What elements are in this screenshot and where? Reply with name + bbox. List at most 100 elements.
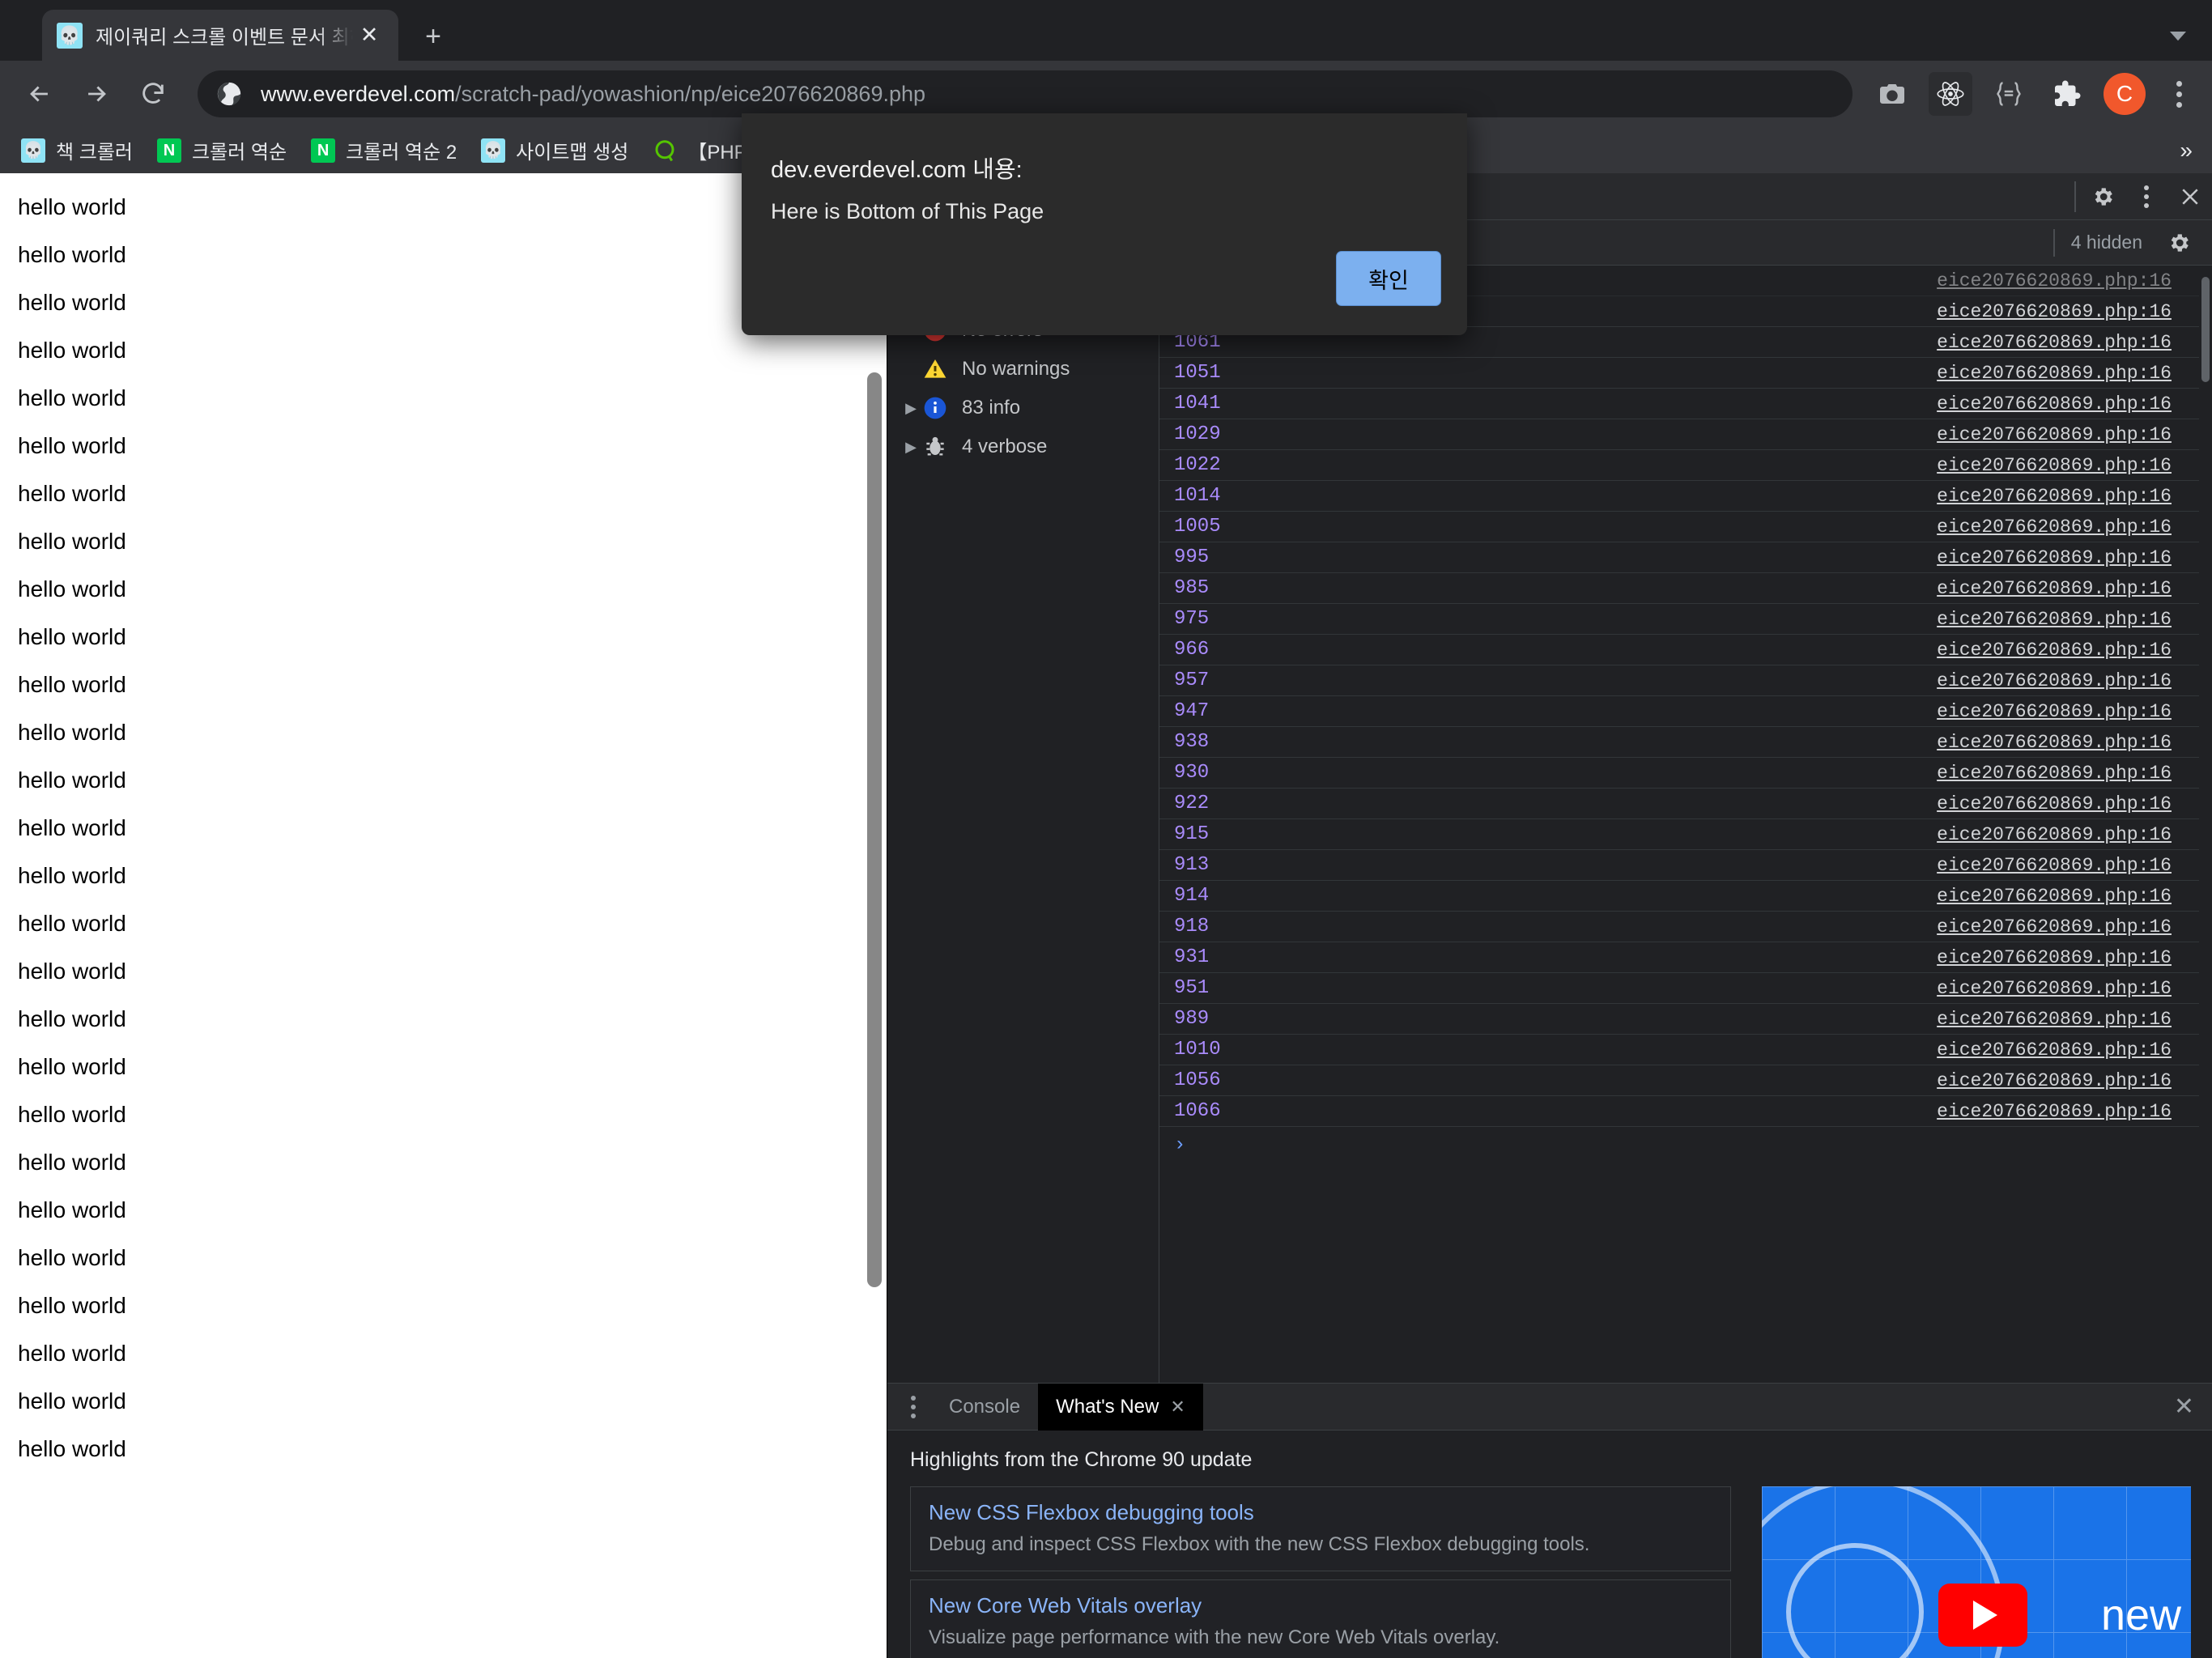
console-message-source-link[interactable]: eice2076620869.php:16 <box>1937 547 2212 568</box>
console-message-row[interactable]: 1005 eice2076620869.php:16 <box>1159 512 2212 542</box>
console-message-row[interactable]: 957 eice2076620869.php:16 <box>1159 665 2212 696</box>
devtools-close-icon[interactable] <box>2168 175 2212 219</box>
console-message-row[interactable]: 930 eice2076620869.php:16 <box>1159 758 2212 789</box>
console-message-row[interactable]: 938 eice2076620869.php:16 <box>1159 727 2212 758</box>
console-settings-gear-icon[interactable] <box>2157 221 2201 265</box>
console-message-row[interactable]: 947 eice2076620869.php:16 <box>1159 696 2212 727</box>
console-message-row[interactable]: 1029 eice2076620869.php:16 <box>1159 419 2212 450</box>
console-message-source-link[interactable]: eice2076620869.php:16 <box>1937 332 2212 353</box>
console-message-row[interactable]: 922 eice2076620869.php:16 <box>1159 789 2212 819</box>
console-message-row[interactable]: 1056 eice2076620869.php:16 <box>1159 1065 2212 1096</box>
sidebar-item-verbose[interactable]: ▶ 4 verbose <box>887 427 1159 466</box>
whats-new-item-title[interactable]: New CSS Flexbox debugging tools <box>929 1500 1712 1525</box>
sidebar-item-warnings[interactable]: No warnings <box>887 350 1159 389</box>
devtools-more-icon[interactable] <box>2125 175 2168 219</box>
console-message-source-link[interactable]: eice2076620869.php:16 <box>1937 424 2212 445</box>
console-message-row[interactable]: 975 eice2076620869.php:16 <box>1159 604 2212 635</box>
window-control-icon[interactable] <box>2159 16 2197 55</box>
expand-triangle-icon[interactable]: ▶ <box>900 439 921 456</box>
console-message-row[interactable]: 914 eice2076620869.php:16 <box>1159 881 2212 912</box>
profile-avatar[interactable]: C <box>2104 73 2146 115</box>
back-arrow-icon[interactable] <box>18 72 62 116</box>
page-scrollbar-track[interactable] <box>862 173 887 1658</box>
sidebar-item-info[interactable]: ▶ 83 info <box>887 389 1159 427</box>
drawer-more-icon[interactable] <box>895 1395 931 1418</box>
console-message-row[interactable]: 1051 eice2076620869.php:16 <box>1159 358 2212 389</box>
json-formatter-icon[interactable] <box>1987 72 2031 116</box>
console-message-source-link[interactable]: eice2076620869.php:16 <box>1937 701 2212 722</box>
console-message-source-link[interactable]: eice2076620869.php:16 <box>1937 1039 2212 1061</box>
camera-icon[interactable] <box>1870 72 1914 116</box>
console-message-source-link[interactable]: eice2076620869.php:16 <box>1937 1070 2212 1091</box>
page-scrollbar-thumb[interactable] <box>867 372 882 1287</box>
console-message-list[interactable]: 1068eice2076620869.php:161065eice2076620… <box>1159 266 2212 1383</box>
console-message-source-link[interactable]: eice2076620869.php:16 <box>1937 578 2212 599</box>
whats-new-item-title[interactable]: New Core Web Vitals overlay <box>929 1593 1712 1618</box>
react-devtools-icon[interactable] <box>1929 72 1972 116</box>
drawer-close-icon[interactable]: ✕ <box>2174 1392 2194 1421</box>
console-message-row[interactable]: 1014 eice2076620869.php:16 <box>1159 481 2212 512</box>
console-message-source-link[interactable]: eice2076620869.php:16 <box>1937 393 2212 414</box>
drawer-tab-console[interactable]: Console <box>931 1384 1038 1431</box>
new-tab-button[interactable]: + <box>415 18 452 55</box>
tab-close-icon[interactable]: ✕ <box>355 21 384 50</box>
console-message-row[interactable]: 1066 eice2076620869.php:16 <box>1159 1096 2212 1127</box>
console-message-source-link[interactable]: eice2076620869.php:16 <box>1937 486 2212 507</box>
whats-new-video-thumbnail[interactable]: new 90 <box>1762 1486 2191 1658</box>
extensions-puzzle-icon[interactable] <box>2045 72 2089 116</box>
console-scrollbar-track[interactable] <box>2199 266 2212 1383</box>
console-message-row[interactable]: 951 eice2076620869.php:16 <box>1159 973 2212 1004</box>
reload-icon[interactable] <box>131 72 175 116</box>
console-message-source-link[interactable]: eice2076620869.php:16 <box>1937 793 2212 814</box>
console-message-row[interactable]: 915 eice2076620869.php:16 <box>1159 819 2212 850</box>
console-message-source-link[interactable]: eice2076620869.php:16 <box>1937 363 2212 384</box>
console-message-row[interactable]: 1041 eice2076620869.php:16 <box>1159 389 2212 419</box>
console-prompt[interactable]: › <box>1159 1127 2212 1163</box>
console-message-source-link[interactable]: eice2076620869.php:16 <box>1937 763 2212 784</box>
console-message-source-link[interactable]: eice2076620869.php:16 <box>1937 301 2212 322</box>
console-message-source-link[interactable]: eice2076620869.php:16 <box>1937 978 2212 999</box>
console-message-source-link[interactable]: eice2076620869.php:16 <box>1937 1009 2212 1030</box>
console-scrollbar-thumb[interactable] <box>2201 277 2210 382</box>
dialog-ok-button[interactable]: 확인 <box>1336 251 1441 306</box>
bookmark-item[interactable]: 💀 사이트맵 생성 <box>481 136 628 164</box>
browser-tab[interactable]: 💀 제이쿼리 스크롤 이벤트 문서 최하단 ✕ <box>42 10 398 61</box>
drawer-tab-whats-new[interactable]: What's New ✕ <box>1038 1383 1203 1431</box>
gear-icon[interactable] <box>2081 175 2125 219</box>
console-message-source-link[interactable]: eice2076620869.php:16 <box>1937 1101 2212 1122</box>
bookmark-item[interactable]: 💀 책 크롤러 <box>21 136 133 164</box>
console-message-source-link[interactable]: eice2076620869.php:16 <box>1937 609 2212 630</box>
console-message-source-link[interactable]: eice2076620869.php:16 <box>1937 824 2212 845</box>
bookmarks-overflow-button[interactable]: » <box>2180 138 2193 164</box>
console-message-row[interactable]: 931 eice2076620869.php:16 <box>1159 942 2212 973</box>
bookmark-item[interactable]: 【PHP <box>653 136 747 164</box>
console-message-source-link[interactable]: eice2076620869.php:16 <box>1937 517 2212 538</box>
console-message-row[interactable]: 995 eice2076620869.php:16 <box>1159 542 2212 573</box>
whats-new-item[interactable]: New Core Web Vitals overlay Visualize pag… <box>910 1579 1731 1658</box>
console-message-source-link[interactable]: eice2076620869.php:16 <box>1937 916 2212 937</box>
console-message-row[interactable]: 1022 eice2076620869.php:16 <box>1159 450 2212 481</box>
console-message-source-link[interactable]: eice2076620869.php:16 <box>1937 732 2212 753</box>
drawer-tab-close-icon[interactable]: ✕ <box>1170 1384 1185 1431</box>
console-message-source-link[interactable]: eice2076620869.php:16 <box>1937 947 2212 968</box>
console-message-row[interactable]: 1010 eice2076620869.php:16 <box>1159 1035 2212 1065</box>
bookmark-item[interactable]: N 크롤러 역순 2 <box>311 136 457 164</box>
console-message-row[interactable]: 966 eice2076620869.php:16 <box>1159 635 2212 665</box>
address-bar[interactable]: www.everdevel.com/scratch-pad/yowashion/… <box>198 70 1853 117</box>
console-message-source-link[interactable]: eice2076620869.php:16 <box>1937 886 2212 907</box>
console-message-source-link[interactable]: eice2076620869.php:16 <box>1937 855 2212 876</box>
console-message-row[interactable]: 989 eice2076620869.php:16 <box>1159 1004 2212 1035</box>
youtube-play-icon[interactable] <box>1938 1584 2027 1647</box>
console-message-source-link[interactable]: eice2076620869.php:16 <box>1937 670 2212 691</box>
whats-new-item[interactable]: New CSS Flexbox debugging tools Debug and… <box>910 1486 1731 1571</box>
console-message-source-link[interactable]: eice2076620869.php:16 <box>1937 270 2212 291</box>
forward-arrow-icon[interactable] <box>74 72 118 116</box>
chrome-menu-icon[interactable] <box>2159 72 2199 116</box>
bookmark-item[interactable]: N 크롤러 역순 <box>157 136 287 164</box>
console-message-row[interactable]: 918 eice2076620869.php:16 <box>1159 912 2212 942</box>
console-message-source-link[interactable]: eice2076620869.php:16 <box>1937 455 2212 476</box>
console-message-source-link[interactable]: eice2076620869.php:16 <box>1937 640 2212 661</box>
console-message-row[interactable]: 985 eice2076620869.php:16 <box>1159 573 2212 604</box>
expand-triangle-icon[interactable]: ▶ <box>900 400 921 417</box>
console-message-row[interactable]: 913 eice2076620869.php:16 <box>1159 850 2212 881</box>
